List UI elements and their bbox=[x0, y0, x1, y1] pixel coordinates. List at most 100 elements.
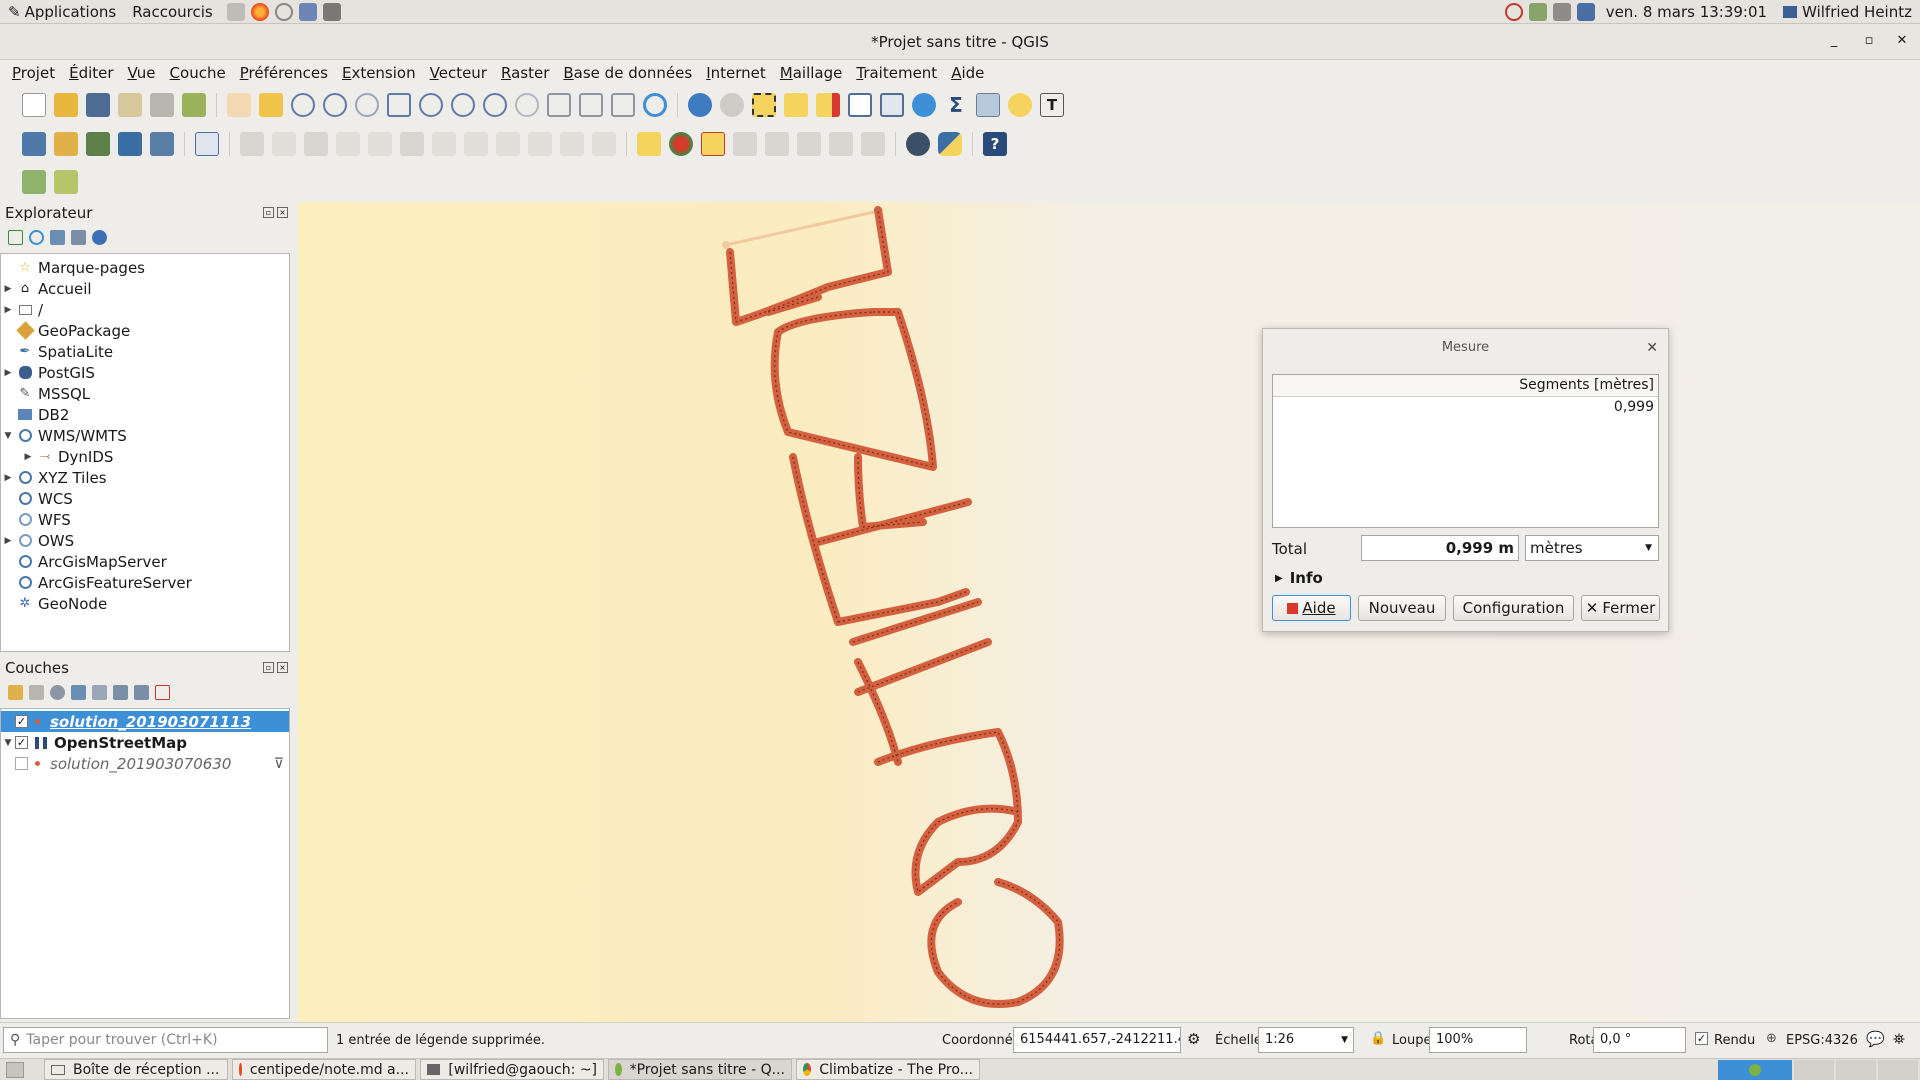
whats-this-icon[interactable]: ? bbox=[983, 131, 1007, 156]
toggle-extents-icon[interactable]: ⚙ bbox=[1187, 1030, 1200, 1048]
clock-icon[interactable] bbox=[1504, 2, 1523, 21]
close-button[interactable]: ✕ Fermer bbox=[1581, 595, 1660, 621]
menu-couche[interactable]: Couche bbox=[163, 64, 233, 82]
show-hide-labels-icon[interactable] bbox=[765, 131, 789, 156]
new-temporary-layer-icon[interactable] bbox=[150, 131, 174, 156]
workspace-3[interactable] bbox=[1836, 1059, 1876, 1080]
toolbox-icon[interactable] bbox=[912, 92, 936, 117]
refresh-icon[interactable] bbox=[643, 92, 667, 117]
user-menu[interactable]: Wilfried Heintz bbox=[1775, 0, 1920, 24]
volume-icon[interactable] bbox=[1552, 2, 1571, 21]
locator-search-input[interactable]: ⚲ Taper pour trouver (Ctrl+K) bbox=[3, 1027, 328, 1053]
battery-icon[interactable] bbox=[1576, 2, 1595, 21]
info-icon[interactable] bbox=[92, 229, 107, 245]
help-button[interactable]: Aide bbox=[1272, 595, 1351, 621]
browser-item-wcs[interactable]: WCS bbox=[1, 488, 289, 509]
zoom-in-icon[interactable] bbox=[291, 92, 315, 117]
new-shapefile-layer-icon[interactable] bbox=[86, 131, 110, 156]
taskbar-item-terminal[interactable]: [wilfried@gaouch: ~] bbox=[420, 1059, 604, 1080]
layer-visibility-checkbox[interactable]: ✓ bbox=[15, 715, 28, 728]
layer-diagram-icon[interactable] bbox=[669, 131, 693, 156]
layer-row[interactable]: solution_201903070630 ⊽ bbox=[1, 753, 289, 774]
taskbar-item-mail[interactable]: Boîte de réception ... bbox=[44, 1059, 228, 1080]
identify-icon[interactable] bbox=[688, 92, 712, 117]
manage-themes-icon[interactable] bbox=[50, 684, 65, 700]
python-console-icon[interactable] bbox=[938, 131, 962, 156]
float-panel-icon[interactable]: ▫ bbox=[263, 662, 274, 673]
new-bookmark-icon[interactable] bbox=[579, 92, 603, 117]
workspace-2[interactable] bbox=[1794, 1059, 1834, 1080]
close-window-button[interactable]: ✕ bbox=[1893, 32, 1911, 50]
layer-row[interactable]: ▼ ✓ OpenStreetMap bbox=[1, 732, 289, 753]
layout-manager-icon[interactable] bbox=[150, 92, 174, 117]
browser-item-dynids[interactable]: ▶ ⤙ DynIDS bbox=[1, 446, 289, 467]
close-panel-icon[interactable]: × bbox=[277, 207, 288, 218]
menu-extension[interactable]: Extension bbox=[335, 64, 423, 82]
zoom-to-layer-icon[interactable] bbox=[451, 92, 475, 117]
map-svg[interactable] bbox=[298, 202, 1920, 1022]
zoom-next-icon[interactable] bbox=[515, 92, 539, 117]
move-label-icon[interactable] bbox=[797, 131, 821, 156]
minimize-button[interactable]: _ bbox=[1825, 32, 1843, 50]
zoom-out-icon[interactable] bbox=[323, 92, 347, 117]
map-tips-icon[interactable] bbox=[1008, 92, 1032, 117]
edit-pencil-icon[interactable] bbox=[240, 131, 264, 156]
add-selected-layers-icon[interactable] bbox=[8, 229, 23, 245]
configuration-button[interactable]: Configuration bbox=[1453, 595, 1574, 621]
network-icon[interactable] bbox=[1528, 2, 1547, 21]
refresh-icon[interactable] bbox=[29, 229, 44, 245]
menu-traitement[interactable]: Traitement bbox=[849, 64, 944, 82]
add-group-icon[interactable] bbox=[29, 684, 44, 700]
highlight-pinned-labels-icon[interactable] bbox=[701, 131, 725, 156]
change-label-icon[interactable] bbox=[861, 131, 885, 156]
field-calculator-icon[interactable] bbox=[880, 92, 904, 117]
segments-column-header[interactable]: Segments [mètres] bbox=[1273, 375, 1658, 397]
rotation-spinbox[interactable]: 0,0 ° bbox=[1593, 1027, 1686, 1053]
zoom-to-selection-icon[interactable] bbox=[419, 92, 443, 117]
close-icon[interactable]: ✕ bbox=[1646, 329, 1658, 367]
segments-table[interactable]: Segments [mètres] 0,999 bbox=[1272, 374, 1659, 528]
paste-features-icon[interactable] bbox=[528, 131, 552, 156]
menu-editer[interactable]: Éditer bbox=[62, 64, 120, 82]
show-bookmarks-icon[interactable] bbox=[611, 92, 635, 117]
data-source-manager-icon[interactable] bbox=[22, 131, 46, 156]
collapse-all-icon[interactable] bbox=[71, 229, 86, 245]
filter-legend-icon[interactable] bbox=[71, 684, 86, 700]
new-map-view-icon[interactable] bbox=[547, 92, 571, 117]
workspace-4[interactable] bbox=[1878, 1059, 1918, 1080]
clock[interactable]: ven. 8 mars 13:39:01 bbox=[1598, 0, 1775, 24]
new-geopackage-layer-icon[interactable] bbox=[54, 131, 78, 156]
deselect-icon[interactable] bbox=[816, 92, 840, 117]
plugin-status-icon[interactable]: ⛯ bbox=[1893, 1030, 1905, 1048]
browser-item-xyz-tiles[interactable]: ▶ XYZ Tiles bbox=[1, 467, 289, 488]
text-editor-icon[interactable] bbox=[298, 2, 317, 21]
new-print-layout-icon[interactable] bbox=[118, 92, 142, 117]
maximize-button[interactable]: ▫ bbox=[1860, 32, 1878, 50]
undo-icon[interactable] bbox=[560, 131, 584, 156]
expand-arrow-icon[interactable]: ▶ bbox=[1, 305, 15, 315]
rotate-label-icon[interactable] bbox=[829, 131, 853, 156]
text-annotation-icon[interactable]: T bbox=[1040, 92, 1064, 117]
browser-item-postgis[interactable]: ▶ PostGIS bbox=[1, 362, 289, 383]
browser-item-accueil[interactable]: ▶ ⌂ Accueil bbox=[1, 278, 289, 299]
menu-maillage[interactable]: Maillage bbox=[773, 64, 850, 82]
menu-raster[interactable]: Raster bbox=[494, 64, 556, 82]
unit-select[interactable]: mètres ▼ bbox=[1525, 535, 1659, 561]
close-panel-icon[interactable]: × bbox=[277, 662, 288, 673]
browser-item-arcgisfeatureserver[interactable]: ArcGisFeatureServer bbox=[1, 572, 289, 593]
collapse-all-icon[interactable] bbox=[134, 684, 149, 700]
modify-attributes-icon[interactable] bbox=[400, 131, 424, 156]
workspace-1[interactable] bbox=[1718, 1059, 1792, 1080]
magnifier-spinbox[interactable]: 100% bbox=[1429, 1027, 1527, 1053]
browser-item-geonode[interactable]: ✲ GeoNode bbox=[1, 593, 289, 614]
menu-base-de-donnees[interactable]: Base de données bbox=[556, 64, 699, 82]
firefox-icon[interactable] bbox=[250, 2, 269, 21]
window-titlebar[interactable]: *Projet sans titre - QGIS _ ▫ ✕ bbox=[0, 24, 1920, 60]
browser-item-db2[interactable]: DB2 bbox=[1, 404, 289, 425]
crs-globe-icon[interactable]: ⊕ bbox=[1766, 1031, 1777, 1046]
menu-vecteur[interactable]: Vecteur bbox=[423, 64, 494, 82]
pan-to-selection-icon[interactable] bbox=[259, 92, 283, 117]
save-edits-icon[interactable] bbox=[304, 131, 328, 156]
menu-projet[interactable]: Projet bbox=[5, 64, 62, 82]
zoom-last-icon[interactable] bbox=[483, 92, 507, 117]
